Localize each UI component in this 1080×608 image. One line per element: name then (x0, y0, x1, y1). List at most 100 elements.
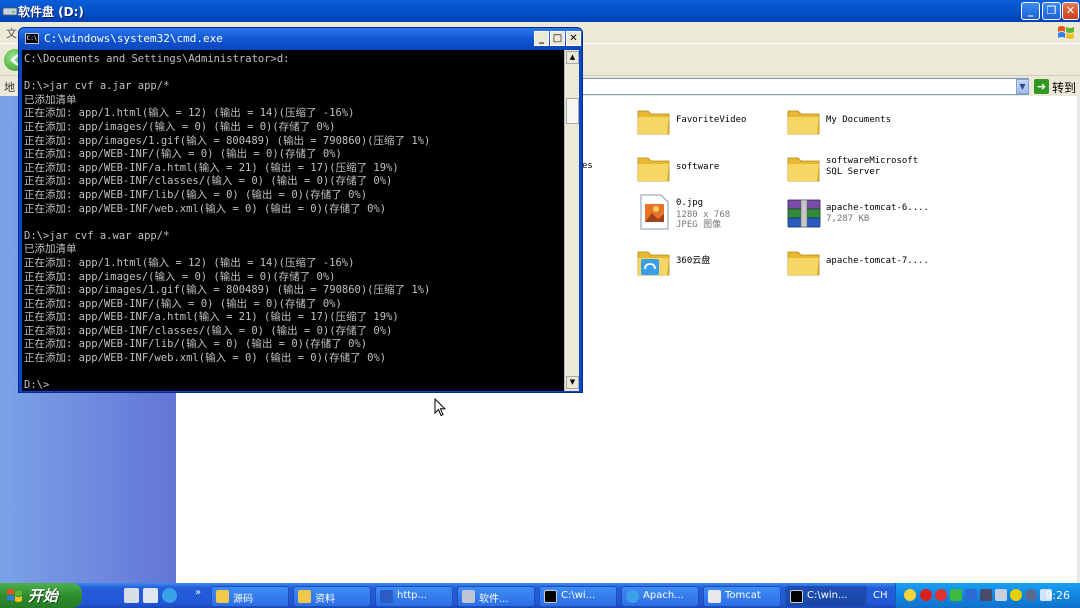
folder-icon (216, 590, 229, 603)
scroll-thumb[interactable] (566, 98, 579, 124)
quicklaunch-ie-icon[interactable] (162, 588, 177, 603)
tray-record-icon[interactable] (920, 589, 932, 601)
folder-icon (787, 251, 820, 276)
console-line: C:\Documents and Settings\Administrator>… (24, 53, 290, 65)
folder-icon (637, 110, 670, 135)
task-label: Tomcat (725, 590, 761, 601)
folder-icon (787, 110, 820, 135)
menu-file[interactable]: 文 (6, 25, 17, 41)
quicklaunch-explorer-icon[interactable] (143, 588, 158, 603)
address-input[interactable] (580, 78, 1029, 95)
file-name: 0.jpg (676, 198, 704, 208)
minimize-button[interactable]: _ (1021, 2, 1040, 20)
drive-icon (2, 7, 18, 16)
console-line: 正在添加: app/WEB-INF/lib/(输入 = 0) (输出 = 0)(… (24, 338, 368, 351)
file-name: 360云盘 (676, 256, 711, 266)
task-button-http[interactable]: http... (375, 586, 453, 607)
go-label: 转到 (1052, 81, 1077, 95)
console-line: 正在添加: app/WEB-INF/classes/(输入 = 0) (输出 =… (24, 175, 393, 188)
task-label: Apach... (643, 590, 684, 601)
console-line: 正在添加: app/WEB-INF/classes/(输入 = 0) (输出 =… (24, 324, 393, 337)
tray-network-icon[interactable] (965, 589, 977, 601)
restore-button[interactable]: ❐ (1042, 2, 1061, 20)
cmd-output: C:\Documents and Settings\Administrator>… (24, 53, 564, 391)
file-item-apache-tomcat-7[interactable]: apache-tomcat-7.... (786, 244, 936, 284)
close-button[interactable]: ✕ (1062, 2, 1079, 20)
go-button[interactable]: ➜ 转到 (1033, 78, 1078, 95)
file-item-my-documents[interactable]: My Documents (786, 103, 936, 143)
task-button-source[interactable]: 源码 (211, 586, 289, 607)
task-label: 资料 (315, 594, 335, 605)
file-item-softwaremicrosoft-sql-server[interactable]: softwareMicrosoft SQL Server (786, 150, 936, 190)
task-button-cmd-2[interactable]: C:\win... (785, 586, 867, 607)
tray-volume-icon[interactable] (995, 589, 1007, 601)
file-item-0-jpg[interactable]: 0.jpg 1280 x 768 JPEG 图像 (636, 194, 776, 234)
task-button-apache[interactable]: Apach... (621, 586, 699, 607)
console-line: 正在添加: app/WEB-INF/(输入 = 0) (输出 = 0)(存储了 … (24, 148, 342, 161)
scroll-up-icon[interactable]: ▲ (566, 51, 579, 64)
tray-shield-icon[interactable] (950, 589, 962, 601)
language-indicator[interactable]: CH (873, 590, 888, 601)
cmd-console[interactable]: C:\Documents and Settings\Administrator>… (22, 50, 579, 391)
tray-antivirus-icon[interactable] (935, 589, 947, 601)
console-line: D:\> (24, 379, 50, 391)
task-button-materials[interactable]: 资料 (293, 586, 371, 607)
file-item-favoritevideo[interactable]: FavoriteVideo (636, 103, 776, 143)
file-item-software[interactable]: software (636, 150, 776, 190)
tray-tool-icon[interactable] (1025, 589, 1037, 601)
quicklaunch-chevron-icon[interactable]: » (195, 587, 201, 598)
cmd-icon (790, 590, 803, 603)
file-dimensions: 1280 x 768 (676, 210, 731, 220)
file-item-360-cloud[interactable]: 360云盘 (636, 244, 776, 284)
start-button[interactable]: 开始 (0, 583, 82, 608)
word-document-icon (380, 590, 393, 603)
tray-msn-icon[interactable] (904, 589, 916, 601)
task-label: http... (397, 590, 428, 601)
task-label: 软件... (479, 594, 509, 605)
quicklaunch-show-desktop-icon[interactable] (124, 588, 139, 603)
clock[interactable]: 9:26 (1045, 589, 1070, 602)
windows-logo-icon (1058, 26, 1074, 39)
scroll-down-icon[interactable]: ▼ (566, 376, 579, 389)
cmd-close-button[interactable]: ✕ (566, 31, 581, 46)
tray-display-icon[interactable] (980, 589, 992, 601)
explorer-title: 软件盘 (D:) (18, 5, 84, 19)
windows-flag-icon (7, 589, 22, 602)
cmd-window[interactable]: C:\ C:\windows\system32\cmd.exe _ □ ✕ C:… (18, 27, 583, 393)
winrar-archive-icon (787, 199, 821, 228)
cmd-scrollbar[interactable]: ▲ ▼ (564, 50, 579, 391)
cmd-minimize-button[interactable]: _ (534, 31, 549, 46)
console-line: 正在添加: app/WEB-INF/lib/(输入 = 0) (输出 = 0)(… (24, 188, 368, 201)
file-name: apache-tomcat-6.... (826, 203, 929, 213)
folder-icon (637, 157, 670, 182)
file-size: 7,287 KB (826, 214, 870, 224)
internet-explorer-icon (626, 590, 639, 603)
task-button-tomcat[interactable]: Tomcat (703, 586, 781, 607)
task-button-cmd-1[interactable]: C:\wi... (539, 586, 617, 607)
console-line: 正在添加: app/WEB-INF/(输入 = 0) (输出 = 0)(存储了 … (24, 297, 342, 310)
task-button-software-drive[interactable]: 软件... (457, 586, 535, 607)
cmd-title: C:\windows\system32\cmd.exe (44, 32, 223, 45)
explorer-titlebar[interactable]: 软件盘 (D:) _ ❐ ✕ (0, 0, 1080, 22)
file-item-apache-tomcat-6[interactable]: apache-tomcat-6.... 7,287 KB (786, 196, 936, 236)
cmd-maximize-button[interactable]: □ (550, 31, 565, 46)
address-label: 地 (4, 81, 15, 94)
taskbar: 开始 » 源码 资料 http... 软件... C:\wi... Apach.… (0, 583, 1080, 608)
address-dropdown-button[interactable]: ▼ (1016, 79, 1029, 94)
partial-file-label: es (582, 161, 593, 171)
notepad-icon (708, 590, 721, 603)
console-line: 已添加清单 (24, 243, 77, 256)
file-name: My Documents (826, 115, 892, 125)
console-line: 正在添加: app/WEB-INF/a.html(输入 = 21) (输出 = … (24, 161, 399, 174)
folder-icon (298, 590, 311, 603)
console-line: 正在添加: app/1.html(输入 = 12) (输出 = 14)(压缩了 … (24, 256, 355, 269)
console-line: 正在添加: app/WEB-INF/web.xml(输入 = 0) (输出 = … (24, 202, 387, 215)
file-type: JPEG 图像 (676, 220, 722, 230)
cmd-icon: C:\ (25, 33, 39, 44)
file-name-line2: SQL Server (826, 167, 881, 177)
console-line: 正在添加: app/WEB-INF/web.xml(输入 = 0) (输出 = … (24, 352, 387, 365)
cmd-titlebar[interactable]: C:\ C:\windows\system32\cmd.exe _ □ ✕ (19, 28, 582, 50)
tray-360-icon[interactable] (1010, 589, 1022, 601)
